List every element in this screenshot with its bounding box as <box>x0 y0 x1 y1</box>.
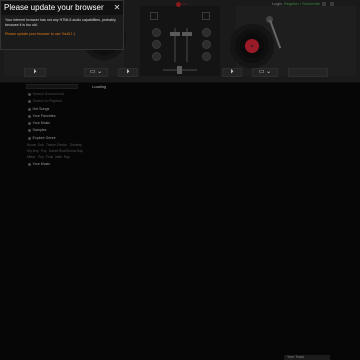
deck-left-play-button[interactable]: ⏵ <box>24 68 46 77</box>
login-link[interactable]: Login <box>272 1 282 6</box>
genre-tag[interactable]: Rap <box>77 149 83 153</box>
compass-icon <box>28 136 31 140</box>
genre-tag[interactable]: Dub <box>38 143 44 147</box>
dialog-message: Your internet browser has not any HTML5 … <box>5 18 116 27</box>
deck-right-extra-button[interactable] <box>288 68 328 77</box>
sidebar-item-search-playlists[interactable]: Search in Playlists <box>28 99 62 103</box>
sidebar-item-your-music-2[interactable]: Your Music <box>28 162 50 166</box>
update-browser-link[interactable]: Please update your browser to use YouDJ … <box>5 32 75 36</box>
deck-right-play-button[interactable]: ⏵ <box>222 68 242 77</box>
genre-tag[interactable]: Pop <box>38 155 44 159</box>
eq-knob-right-mid[interactable] <box>202 40 211 49</box>
crossfader[interactable] <box>177 66 182 74</box>
heart-icon <box>28 114 31 118</box>
search-icon <box>28 92 31 96</box>
sidebar-item-hot-songs[interactable]: Hot Songs <box>28 107 49 111</box>
update-browser-dialog: Please update your browser ✕ Your intern… <box>0 0 124 50</box>
music-icon <box>28 162 31 166</box>
eq-knob-left-high[interactable] <box>152 28 161 37</box>
eq-knob-right-high[interactable] <box>202 28 211 37</box>
eq-knob-left-low[interactable] <box>152 52 161 61</box>
volume-fader-right[interactable] <box>182 32 192 36</box>
sidebar-item-your-music[interactable]: Your Music <box>28 121 50 125</box>
loading-text: Loading <box>92 84 107 89</box>
volume-fader-left[interactable] <box>170 32 180 36</box>
genre-tag[interactable]: Indie <box>55 155 62 159</box>
sidebar-item-favorites[interactable]: Your Favorites <box>28 114 56 118</box>
genre-tag[interactable]: Techno <box>66 149 76 153</box>
settings-icon[interactable] <box>322 2 326 6</box>
genre-tag[interactable]: Dubstep <box>70 143 82 147</box>
search-icon <box>28 99 31 103</box>
music-icon <box>28 121 31 125</box>
sidebar-item-explore-genre[interactable]: Explore Genre <box>28 136 56 140</box>
fullscreen-icon[interactable] <box>330 2 334 6</box>
dialog-title: Please update your browser <box>4 3 104 12</box>
logo[interactable]: DJ <box>182 1 187 6</box>
genre-tag[interactable]: Metal <box>27 155 35 159</box>
genre-tag[interactable]: Funk <box>46 155 53 159</box>
genre-tag[interactable]: House <box>27 143 36 147</box>
deck-left-cue-button[interactable]: ⏵ <box>118 68 138 77</box>
genre-tag[interactable]: Pop <box>41 149 47 153</box>
mixer-right-square-button[interactable] <box>202 12 210 20</box>
genre-tag[interactable]: Rap <box>64 155 70 159</box>
footer-text[interactable]: Your Track <box>287 355 304 359</box>
close-icon[interactable]: ✕ <box>113 4 121 12</box>
genre-tag[interactable]: Electro <box>57 143 67 147</box>
sidebar: Search Soundcloud Search in Playlists Ho… <box>26 84 84 194</box>
eq-knob-right-low[interactable] <box>202 52 211 61</box>
mixer-left-square-button[interactable] <box>150 12 158 20</box>
sample-icon <box>28 128 31 132</box>
genre-tag[interactable]: Dance <box>49 149 58 153</box>
fire-icon <box>28 107 31 111</box>
sidebar-item-search-soundcloud[interactable]: Search Soundcloud <box>28 92 64 96</box>
dialog-header: Please update your browser ✕ <box>1 1 123 15</box>
deck-left-mode-select[interactable]: ▭ ⌄ <box>84 68 108 77</box>
sidebar-item-samples[interactable]: Samples <box>28 128 46 132</box>
deck-right <box>230 6 356 76</box>
genre-tag[interactable]: Hip-Hop <box>27 149 39 153</box>
logo-icon <box>176 2 181 7</box>
deck-right-mode-select[interactable]: ▭ ⌄ <box>252 68 278 77</box>
mixer <box>140 6 220 76</box>
register-link[interactable]: Register / Subscribe <box>284 1 320 6</box>
turntable-right-spindle <box>251 45 253 47</box>
genre-tag[interactable]: Trance <box>46 143 56 147</box>
sidebar-search-input[interactable] <box>26 84 78 89</box>
eq-knob-left-mid[interactable] <box>152 40 161 49</box>
